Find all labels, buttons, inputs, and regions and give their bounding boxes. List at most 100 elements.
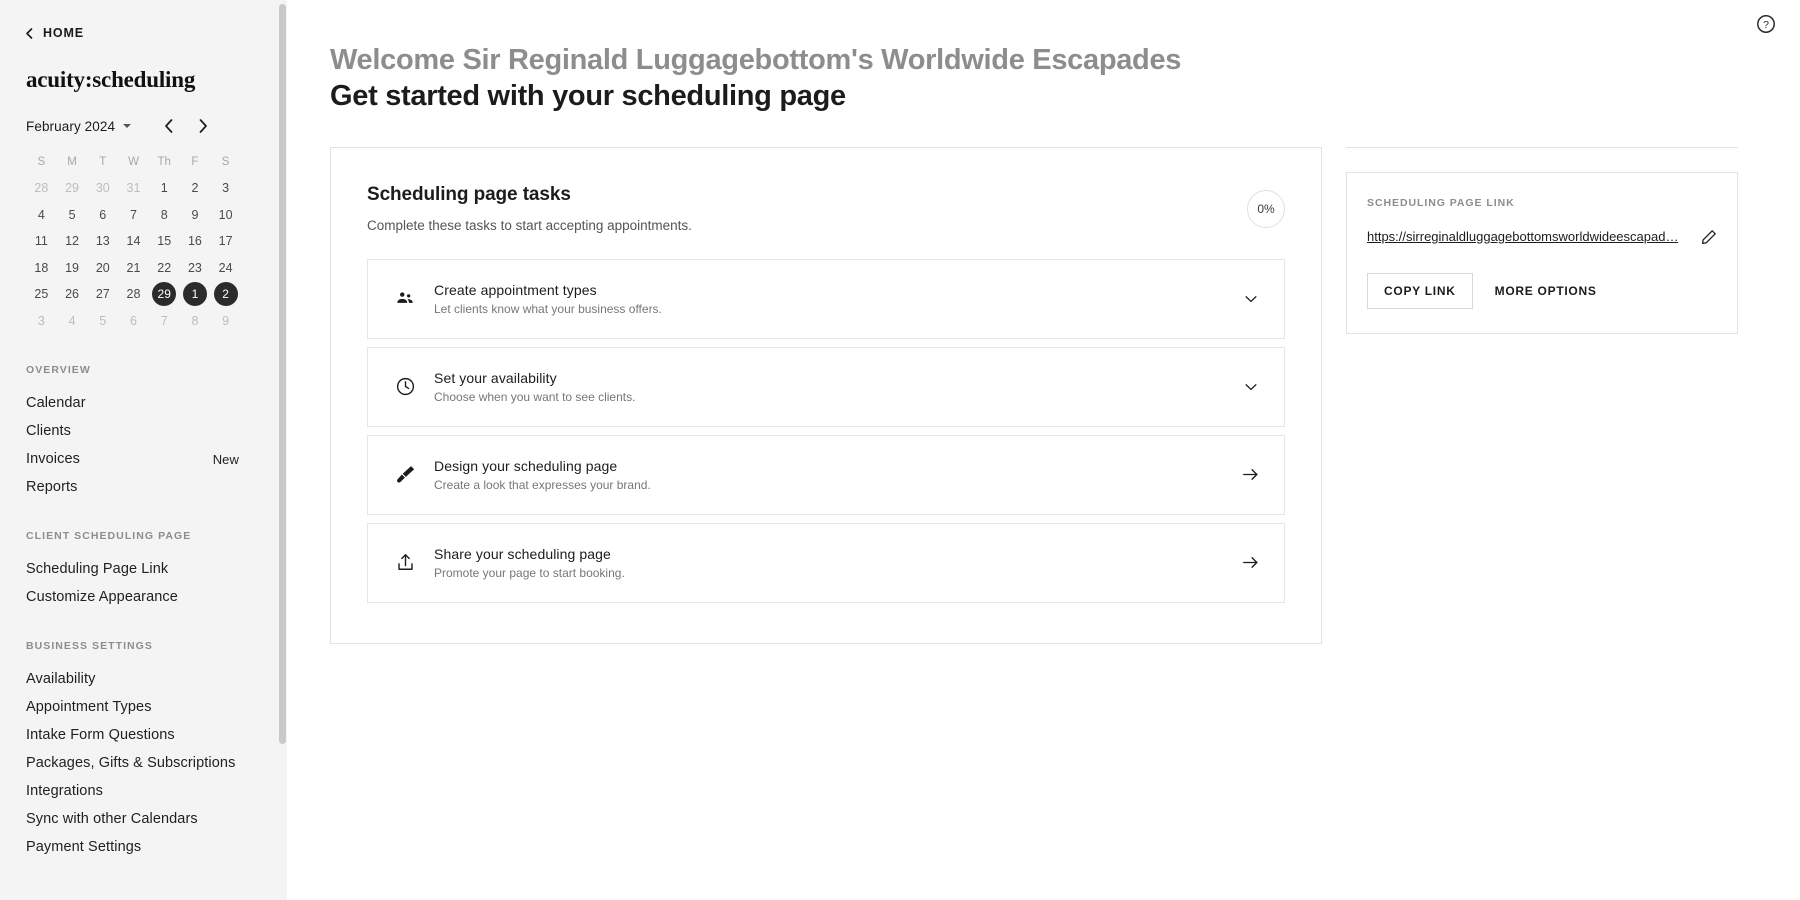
progress-indicator: 0% (1247, 189, 1285, 228)
calendar-day-label: 23 (187, 260, 202, 275)
calendar-day[interactable]: 15 (149, 228, 180, 255)
sidebar-item-sync-with-other-calendars[interactable]: Sync with other Calendars (26, 805, 261, 833)
calendar-day[interactable]: 1 (180, 281, 211, 308)
calendar-day[interactable]: 26 (57, 281, 88, 308)
calendar-day[interactable]: 8 (180, 308, 211, 335)
calendar-day[interactable]: 3 (210, 175, 241, 202)
calendar-day[interactable]: 3 (26, 308, 57, 335)
tasks-card-subtitle: Complete these tasks to start accepting … (367, 217, 692, 233)
sidebar-item-payment-settings[interactable]: Payment Settings (26, 833, 261, 861)
calendar-day[interactable]: 19 (57, 255, 88, 282)
task-row[interactable]: Share your scheduling page Promote your p… (367, 522, 1285, 603)
calendar-day[interactable]: 29 (149, 281, 180, 308)
calendar-day[interactable]: 13 (87, 228, 118, 255)
calendar-day[interactable]: 9 (180, 202, 211, 229)
task-row[interactable]: Set your availability Choose when you wan… (367, 346, 1285, 427)
calendar-day[interactable]: 27 (87, 281, 118, 308)
sidebar-item-calendar[interactable]: Calendar (26, 389, 261, 417)
calendar-day[interactable]: 4 (26, 202, 57, 229)
calendar-day[interactable]: 2 (180, 175, 211, 202)
calendar-day[interactable]: 6 (118, 308, 149, 335)
calendar-next-button[interactable] (196, 118, 210, 134)
calendar-day[interactable]: 23 (180, 255, 211, 282)
sidebar-item-clients[interactable]: Clients (26, 417, 261, 445)
calendar-day[interactable]: 28 (118, 281, 149, 308)
calendar-day[interactable]: 11 (26, 228, 57, 255)
calendar-day[interactable]: 9 (210, 308, 241, 335)
help-circle-icon[interactable]: ? (1756, 14, 1776, 34)
calendar-day[interactable]: 12 (57, 228, 88, 255)
calendar-day[interactable]: 8 (149, 202, 180, 229)
sidebar-item-invoices[interactable]: Invoices New (26, 445, 261, 473)
sidebar-item-availability[interactable]: Availability (26, 665, 261, 693)
sidebar-item-customize-appearance[interactable]: Customize Appearance (26, 583, 261, 611)
calendar-day[interactable]: 14 (118, 228, 149, 255)
sidebar-scrollbar-thumb[interactable] (279, 4, 286, 744)
calendar-day[interactable]: 28 (26, 175, 57, 202)
link-card-label: SCHEDULING PAGE LINK (1367, 196, 1515, 209)
sidebar-scrollbar-track[interactable] (277, 0, 287, 900)
calendar-day[interactable]: 22 (149, 255, 180, 282)
caret-down-icon[interactable] (123, 124, 132, 128)
scheduling-page-url[interactable]: https://sirreginaldluggagebottomsworldwi… (1367, 229, 1678, 244)
chevron-down-icon[interactable] (1242, 290, 1260, 308)
sidebar-item-scheduling-page-link[interactable]: Scheduling Page Link (26, 555, 261, 583)
calendar-day-label: 5 (68, 207, 76, 222)
calendar-day[interactable]: 21 (118, 255, 149, 282)
pencil-icon[interactable] (1701, 229, 1717, 245)
sidebar-item-reports[interactable]: Reports (26, 473, 261, 501)
calendar-prev-button[interactable] (162, 118, 176, 134)
home-back-link[interactable]: HOME (0, 0, 287, 40)
task-row[interactable]: Design your scheduling page Create a look… (367, 434, 1285, 515)
calendar-day[interactable]: 25 (26, 281, 57, 308)
calendar-day[interactable]: 29 (57, 175, 88, 202)
calendar-day[interactable]: 31 (118, 175, 149, 202)
calendar-day[interactable]: 6 (87, 202, 118, 229)
calendar-day[interactable]: 24 (210, 255, 241, 282)
calendar-day-label: 30 (95, 181, 110, 196)
calendar-day[interactable]: 30 (87, 175, 118, 202)
calendar-day[interactable]: 5 (57, 202, 88, 229)
calendar-day[interactable]: 4 (57, 308, 88, 335)
sidebar-item-label: Customize Appearance (26, 589, 178, 605)
nav-section-heading: OVERVIEW (26, 364, 91, 376)
task-list: Create appointment types Let clients know… (367, 258, 1285, 603)
calendar-day[interactable]: 18 (26, 255, 57, 282)
sidebar-item-packages-gifts-subscriptions[interactable]: Packages, Gifts & Subscriptions (26, 749, 261, 777)
calendar-day-label: 24 (218, 260, 233, 275)
sidebar-item-label: Reports (26, 479, 78, 495)
calendar-day[interactable]: 16 (180, 228, 211, 255)
calendar-day-label: 8 (160, 207, 168, 222)
sidebar-item-intake-form-questions[interactable]: Intake Form Questions (26, 721, 261, 749)
calendar-day-label: 2 (213, 282, 238, 307)
calendar-day-label: 4 (37, 207, 45, 222)
calendar-day-label: 6 (99, 207, 107, 222)
calendar-day[interactable]: 7 (118, 202, 149, 229)
calendar-day[interactable]: 2 (210, 281, 241, 308)
calendar-day-label: 6 (130, 313, 137, 328)
calendar-day-label: 7 (160, 313, 168, 328)
arrow-right-icon[interactable] (1241, 553, 1260, 572)
link-actions: COPY LINK MORE OPTIONS (1367, 272, 1717, 309)
calendar-dow-6: S (221, 156, 230, 168)
chevron-down-icon[interactable] (1242, 378, 1260, 396)
calendar-day[interactable]: 20 (87, 255, 118, 282)
calendar-day[interactable]: 5 (87, 308, 118, 335)
calendar-day-label: 8 (191, 313, 199, 328)
calendar-day[interactable]: 17 (210, 228, 241, 255)
calendar-day-label: 25 (34, 287, 49, 302)
copy-link-button[interactable]: COPY LINK (1367, 272, 1473, 309)
more-options-button[interactable]: MORE OPTIONS (1479, 274, 1613, 308)
sidebar-item-appointment-types[interactable]: Appointment Types (26, 693, 261, 721)
task-description: Promote your page to start booking. (434, 565, 625, 580)
brand-logo: acuity:scheduling (26, 67, 196, 92)
sidebar-item-label: Scheduling Page Link (26, 561, 169, 577)
arrow-right-icon[interactable] (1241, 465, 1260, 484)
calendar-day[interactable]: 10 (210, 202, 241, 229)
calendar-month-label[interactable]: February 2024 (26, 119, 115, 134)
calendar-day[interactable]: 1 (149, 175, 180, 202)
panel-divider (1346, 146, 1738, 148)
calendar-day[interactable]: 7 (149, 308, 180, 335)
task-row[interactable]: Create appointment types Let clients know… (367, 258, 1285, 339)
sidebar-item-integrations[interactable]: Integrations (26, 777, 261, 805)
